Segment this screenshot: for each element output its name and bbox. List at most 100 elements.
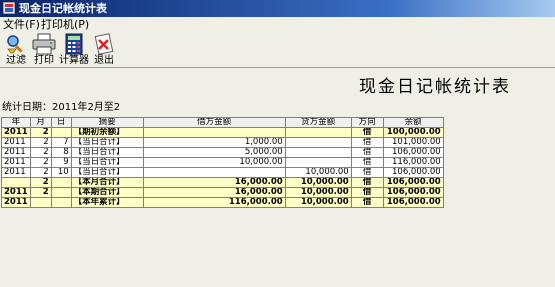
calculator-icon (65, 33, 83, 55)
table-row[interactable]: 2 【本月合计】 16,000.00 10,000.00 借 106,000.0… (1, 177, 444, 188)
cell-day (50, 197, 72, 208)
cell-day (50, 177, 72, 188)
cell-direction: 借 (350, 127, 384, 138)
cell-day: 9 (50, 157, 72, 168)
cell-year: 2011 (1, 167, 31, 178)
table-row[interactable]: 2011 2 9 【当日合计】 10,000.00 借 116,000.00 (1, 157, 444, 168)
cell-year: 2011 (1, 157, 31, 168)
cell-direction: 借 (350, 187, 384, 198)
cell-debit: 16,000.00 (142, 187, 286, 198)
cell-credit (284, 137, 352, 148)
cell-credit: 10,000.00 (284, 187, 352, 198)
cell-day: 10 (50, 167, 72, 178)
cell-direction: 借 (350, 157, 384, 168)
cell-month: 2 (29, 167, 52, 178)
calculator-button[interactable]: 计算器 (58, 32, 90, 68)
cell-credit: 10,000.00 (284, 167, 352, 178)
cell-credit (284, 147, 352, 158)
cell-balance: 106,000.00 (382, 147, 444, 158)
col-header-summary[interactable]: 摘要 (70, 117, 144, 128)
cell-month: 2 (29, 177, 52, 188)
col-header-year[interactable]: 年 (1, 117, 31, 128)
cell-debit (142, 167, 286, 178)
app-icon (3, 2, 15, 14)
date-range-label: 统计日期：2011年2月至2 (2, 102, 121, 113)
window-title: 现金日记帐统计表 (19, 2, 107, 15)
cell-summary: 【当日合计】 (70, 157, 144, 168)
col-header-debit[interactable]: 借方金额 (142, 117, 286, 128)
cell-debit: 1,000.00 (142, 137, 286, 148)
cell-balance: 100,000.00 (382, 127, 444, 138)
print-button[interactable]: 打印 (28, 32, 60, 68)
cell-summary: 【当日合计】 (70, 147, 144, 158)
toolbar: 过滤 打印 计算器 退出 (0, 32, 555, 68)
col-header-credit[interactable]: 贷方金额 (284, 117, 352, 128)
cell-year: 2011 (1, 137, 31, 148)
table-row[interactable]: 2011 2 8 【当日合计】 5,000.00 借 106,000.00 (1, 147, 444, 158)
cell-debit: 16,000.00 (142, 177, 286, 188)
cell-year: 2011 (1, 127, 31, 138)
cell-summary: 【本年累计】 (70, 197, 144, 208)
cell-summary: 【当日合计】 (70, 137, 144, 148)
menu-bar: 文件(F) 打印机(P) (0, 17, 555, 32)
exit-button[interactable]: 退出 (88, 32, 120, 68)
cell-debit: 116,000.00 (142, 197, 286, 208)
cell-debit: 5,000.00 (142, 147, 286, 158)
cell-direction: 借 (350, 147, 384, 158)
cell-direction: 借 (350, 177, 384, 188)
cell-summary: 【当日合计】 (70, 167, 144, 178)
table-row[interactable]: 2011 2 7 【当日合计】 1,000.00 借 101,000.00 (1, 137, 444, 148)
report-title: 现金日记帐统计表 (359, 77, 511, 97)
report-area: 现金日记帐统计表 统计日期：2011年2月至2 年 月 日 摘要 借方金额 贷方… (0, 69, 555, 287)
col-header-balance[interactable]: 余额 (382, 117, 444, 128)
col-header-day[interactable]: 日 (50, 117, 72, 128)
filter-icon (7, 35, 23, 54)
cell-day (50, 127, 72, 138)
cell-credit (284, 127, 352, 138)
cell-day: 8 (50, 147, 72, 158)
cell-summary: 【本月合计】 (70, 177, 144, 188)
table-row[interactable]: 2011 【本年累计】 116,000.00 10,000.00 借 106,0… (1, 197, 444, 208)
cell-direction: 借 (350, 137, 384, 148)
table-row[interactable]: 2011 2 【期初余额】 借 100,000.00 (1, 127, 444, 138)
exit-icon (94, 33, 114, 55)
cell-summary: 【本期合计】 (70, 187, 144, 198)
cell-month: 2 (29, 147, 52, 158)
cell-debit: 10,000.00 (142, 157, 286, 168)
calculator-label: 计算器 (59, 55, 89, 66)
cell-debit (142, 127, 286, 138)
cell-credit: 10,000.00 (284, 177, 352, 188)
cell-year: 2011 (1, 197, 31, 208)
cell-credit: 10,000.00 (284, 197, 352, 208)
cell-balance: 106,000.00 (382, 177, 444, 188)
printer-icon (32, 33, 56, 55)
cell-day: 7 (50, 137, 72, 148)
cell-month: 2 (29, 187, 52, 198)
menu-printer[interactable]: 打印机(P) (41, 18, 89, 31)
cell-month: 2 (29, 157, 52, 168)
table-header-row: 年 月 日 摘要 借方金额 贷方金额 方向 余额 (1, 117, 444, 128)
cell-summary: 【期初余额】 (70, 127, 144, 138)
ledger-table: 年 月 日 摘要 借方金额 贷方金额 方向 余额 2011 2 【期初余额】 借… (1, 117, 444, 208)
cell-day (50, 187, 72, 198)
cell-balance: 101,000.00 (382, 137, 444, 148)
cell-month (29, 197, 52, 208)
cell-month: 2 (29, 137, 52, 148)
cell-balance: 106,000.00 (382, 187, 444, 198)
table-row[interactable]: 2011 2 【本期合计】 16,000.00 10,000.00 借 106,… (1, 187, 444, 198)
cell-year (1, 177, 31, 188)
exit-label: 退出 (94, 55, 114, 66)
cell-balance: 106,000.00 (382, 197, 444, 208)
cell-year: 2011 (1, 187, 31, 198)
cell-direction: 借 (350, 197, 384, 208)
table-row[interactable]: 2011 2 10 【当日合计】 10,000.00 借 106,000.00 (1, 167, 444, 178)
col-header-month[interactable]: 月 (29, 117, 52, 128)
cell-year: 2011 (1, 147, 31, 158)
title-bar: 现金日记帐统计表 (0, 0, 555, 17)
menu-file[interactable]: 文件(F) (3, 18, 40, 31)
cell-direction: 借 (350, 167, 384, 178)
col-header-direction[interactable]: 方向 (350, 117, 384, 128)
cell-balance: 116,000.00 (382, 157, 444, 168)
cell-balance: 106,000.00 (382, 167, 444, 178)
print-label: 打印 (34, 55, 54, 66)
